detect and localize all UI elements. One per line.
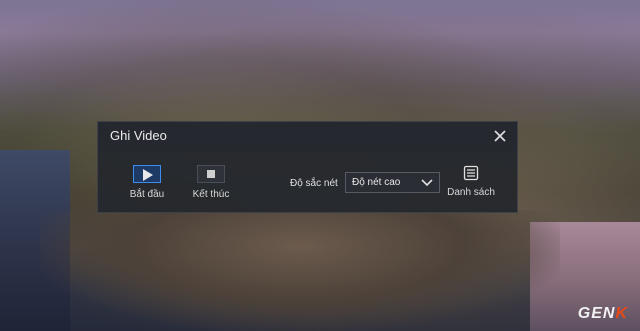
chevron-down-icon <box>421 179 433 187</box>
watermark-text-accent: K <box>615 305 628 322</box>
dialog-title: Ghi Video <box>110 128 167 143</box>
dialog-titlebar: Ghi Video <box>98 122 517 151</box>
start-label: Bắt đầu <box>129 189 165 200</box>
stop-button[interactable]: Kết thúc <box>186 165 236 200</box>
list-label: Danh sách <box>447 187 495 198</box>
stop-icon-box <box>197 165 225 183</box>
list-icon <box>463 165 479 181</box>
genk-watermark: GENK <box>578 305 628 323</box>
list-button[interactable]: Danh sách <box>444 165 498 198</box>
watermark-text-main: GEN <box>577 305 616 322</box>
start-icon-box <box>133 165 161 183</box>
close-icon <box>494 130 506 142</box>
stop-label: Kết thúc <box>192 189 230 200</box>
quality-label: Độ sắc nét <box>290 178 338 189</box>
quality-select-value: Độ nét cao <box>352 177 401 188</box>
wallpaper-cliffs <box>40 210 560 331</box>
close-button[interactable] <box>490 126 510 146</box>
quality-select[interactable]: Độ nét cao <box>345 172 440 193</box>
video-record-dialog: Ghi Video Bắt đầu Kết thúc Độ sắc nét Độ… <box>97 121 518 213</box>
record-toolbar: Bắt đầu Kết thúc Độ sắc nét Độ nét cao D… <box>98 152 517 212</box>
stop-icon <box>207 170 215 178</box>
start-button[interactable]: Bắt đầu <box>124 165 170 200</box>
list-icon-box <box>463 165 479 181</box>
play-icon <box>143 169 153 181</box>
